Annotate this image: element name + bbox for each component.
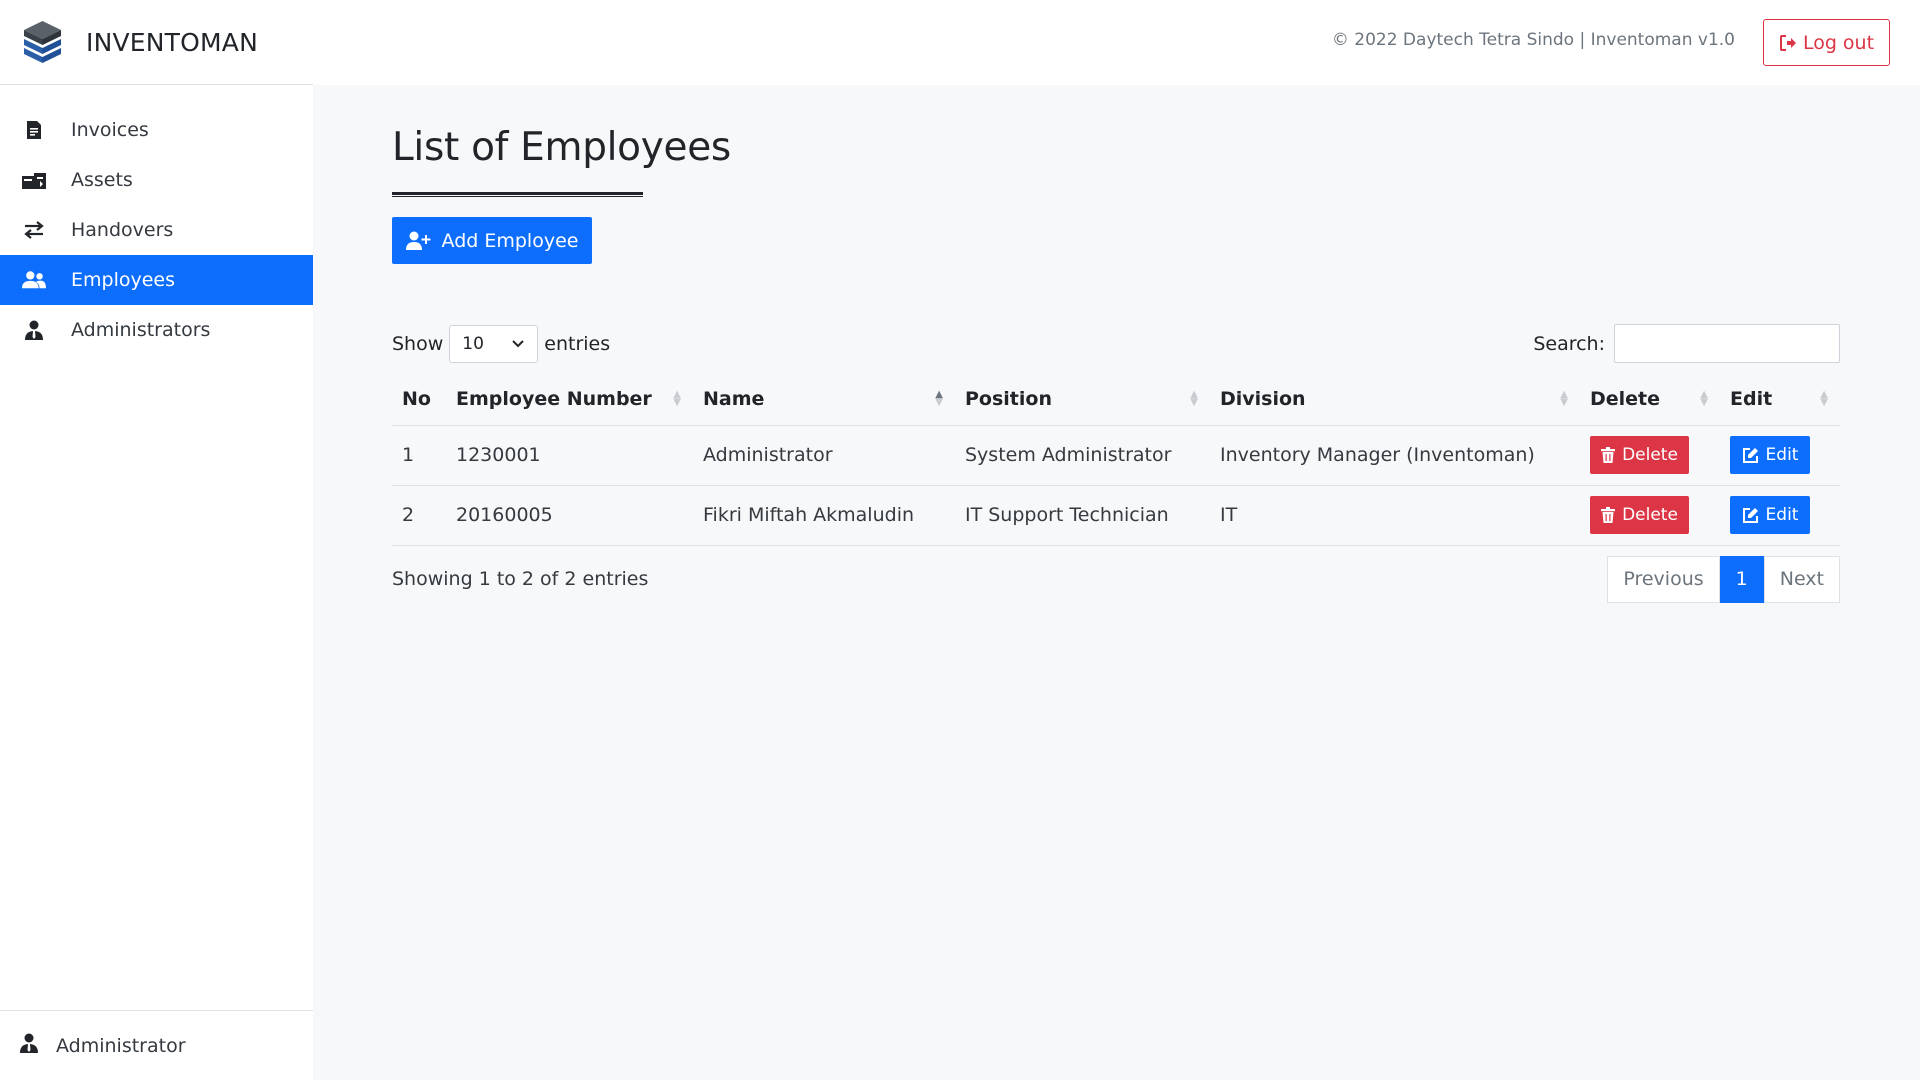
edit-label: Edit bbox=[1765, 445, 1799, 465]
table-info: Showing 1 to 2 of 2 entries bbox=[392, 568, 649, 590]
title-divider bbox=[392, 192, 643, 197]
delete-button[interactable]: Delete bbox=[1590, 436, 1689, 474]
cell-position: IT Support Technician bbox=[955, 485, 1210, 546]
chevron-down-icon bbox=[512, 339, 524, 347]
sort-icon: ▲ ▼ bbox=[673, 389, 681, 408]
brand[interactable]: INVENTOMAN bbox=[0, 0, 313, 85]
delete-label: Delete bbox=[1622, 445, 1678, 465]
edit-button[interactable]: Edit bbox=[1730, 496, 1810, 534]
cell-employee-number: 1230001 bbox=[446, 425, 693, 486]
employees-table: No Employee Number ▲ ▼ Name ▲ ▼ Position ▲ ▼ D… bbox=[392, 373, 1840, 546]
table-search: Search: bbox=[1533, 324, 1840, 363]
edit-icon bbox=[1742, 447, 1758, 463]
cell-name: Administrator bbox=[693, 425, 955, 486]
sidebar-item-label: Employees bbox=[71, 269, 175, 291]
cell-division: Inventory Manager (Inventoman) bbox=[1210, 425, 1580, 486]
edit-icon bbox=[1742, 507, 1758, 523]
sort-icon: ▲ ▼ bbox=[1700, 389, 1708, 408]
page-1-button[interactable]: 1 bbox=[1719, 555, 1764, 603]
sort-asc-icon: ▲ ▼ bbox=[935, 389, 943, 408]
sidebar-item-handovers[interactable]: Handovers bbox=[0, 205, 313, 255]
entries-select-value: 10 bbox=[462, 333, 484, 354]
sidebar-user[interactable]: Administrator bbox=[0, 1010, 313, 1080]
cell-position: System Administrator bbox=[955, 425, 1210, 486]
sidebar-item-label: Administrators bbox=[71, 319, 211, 341]
entries-label: entries bbox=[544, 332, 611, 355]
page-title: List of Employees bbox=[392, 125, 731, 170]
edit-button[interactable]: Edit bbox=[1730, 436, 1810, 474]
edit-label: Edit bbox=[1765, 505, 1799, 525]
cell-employee-number: 20160005 bbox=[446, 485, 693, 546]
cell-no: 1 bbox=[392, 425, 446, 486]
users-icon bbox=[22, 268, 46, 292]
table-row: 1 1230001 Administrator System Administr… bbox=[392, 425, 1840, 486]
app-name: INVENTOMAN bbox=[86, 27, 258, 57]
exchange-icon bbox=[22, 218, 46, 242]
show-label: Show bbox=[392, 332, 444, 355]
trash-icon bbox=[1601, 507, 1616, 523]
trash-icon bbox=[1601, 447, 1616, 463]
current-user-name: Administrator bbox=[56, 1034, 186, 1057]
column-header-name[interactable]: Name ▲ ▼ bbox=[693, 373, 955, 426]
top-header: INVENTOMAN © 2022 Daytech Tetra Sindo | … bbox=[0, 0, 1920, 85]
copyright-text: © 2022 Daytech Tetra Sindo | Inventoman … bbox=[1331, 30, 1735, 50]
cell-delete: Delete bbox=[1580, 485, 1720, 546]
add-employee-label: Add Employee bbox=[441, 229, 579, 252]
column-header-employee-number[interactable]: Employee Number ▲ ▼ bbox=[446, 373, 693, 426]
sidebar-item-employees[interactable]: Employees bbox=[0, 255, 313, 305]
user-tie-icon bbox=[22, 318, 46, 342]
column-header-position[interactable]: Position ▲ ▼ bbox=[955, 373, 1210, 426]
table-row: 2 20160005 Fikri Miftah Akmaludin IT Sup… bbox=[392, 485, 1840, 546]
user-plus-icon bbox=[405, 231, 431, 250]
table-header-row: No Employee Number ▲ ▼ Name ▲ ▼ Position ▲ ▼ D… bbox=[392, 373, 1840, 426]
delete-button[interactable]: Delete bbox=[1590, 496, 1689, 534]
sidebar-item-label: Handovers bbox=[71, 219, 174, 241]
table-controls: Show 10 entries Search: bbox=[392, 324, 1840, 363]
sidebar-item-label: Assets bbox=[71, 169, 133, 191]
sidebar-item-assets[interactable]: Assets bbox=[0, 155, 313, 205]
entries-select[interactable]: 10 bbox=[449, 324, 539, 363]
sidebar: Invoices Assets Handovers Employees Admi… bbox=[0, 85, 313, 1080]
logout-label: Log out bbox=[1802, 31, 1875, 54]
pagination: Previous 1 Next bbox=[1607, 555, 1840, 603]
next-page-button[interactable]: Next bbox=[1763, 555, 1840, 603]
main-content: List of Employees Add Employee Show 10 e… bbox=[392, 85, 1840, 603]
cell-no: 2 bbox=[392, 485, 446, 546]
sidebar-nav: Invoices Assets Handovers Employees Admi… bbox=[0, 85, 313, 355]
cell-edit: Edit bbox=[1720, 485, 1840, 546]
delete-label: Delete bbox=[1622, 505, 1678, 525]
add-employee-button[interactable]: Add Employee bbox=[392, 217, 592, 264]
table-footer: Showing 1 to 2 of 2 entries Previous 1 N… bbox=[392, 555, 1840, 603]
column-header-no[interactable]: No bbox=[392, 373, 446, 426]
sidebar-item-label: Invoices bbox=[71, 119, 149, 141]
cell-delete: Delete bbox=[1580, 425, 1720, 486]
previous-page-button[interactable]: Previous bbox=[1607, 555, 1720, 603]
cell-division: IT bbox=[1210, 485, 1580, 546]
sort-icon: ▲ ▼ bbox=[1190, 389, 1198, 408]
layers-logo-icon bbox=[24, 21, 61, 63]
logout-button[interactable]: Log out bbox=[1763, 19, 1890, 66]
sort-icon: ▲ ▼ bbox=[1560, 389, 1568, 408]
column-header-division[interactable]: Division ▲ ▼ bbox=[1210, 373, 1580, 426]
sort-icon: ▲ ▼ bbox=[1820, 389, 1828, 408]
column-header-edit[interactable]: Edit ▲ ▼ bbox=[1720, 373, 1840, 426]
cell-name: Fikri Miftah Akmaludin bbox=[693, 485, 955, 546]
cell-edit: Edit bbox=[1720, 425, 1840, 486]
invoice-icon bbox=[22, 118, 46, 142]
column-header-delete[interactable]: Delete ▲ ▼ bbox=[1580, 373, 1720, 426]
search-label: Search: bbox=[1533, 332, 1605, 355]
assets-icon bbox=[22, 168, 46, 192]
sidebar-item-administrators[interactable]: Administrators bbox=[0, 305, 313, 355]
user-tie-icon bbox=[20, 1033, 38, 1058]
sign-out-icon bbox=[1779, 34, 1796, 51]
entries-length: Show 10 entries bbox=[392, 324, 611, 363]
search-input[interactable] bbox=[1614, 324, 1840, 363]
sidebar-item-invoices[interactable]: Invoices bbox=[0, 105, 313, 155]
